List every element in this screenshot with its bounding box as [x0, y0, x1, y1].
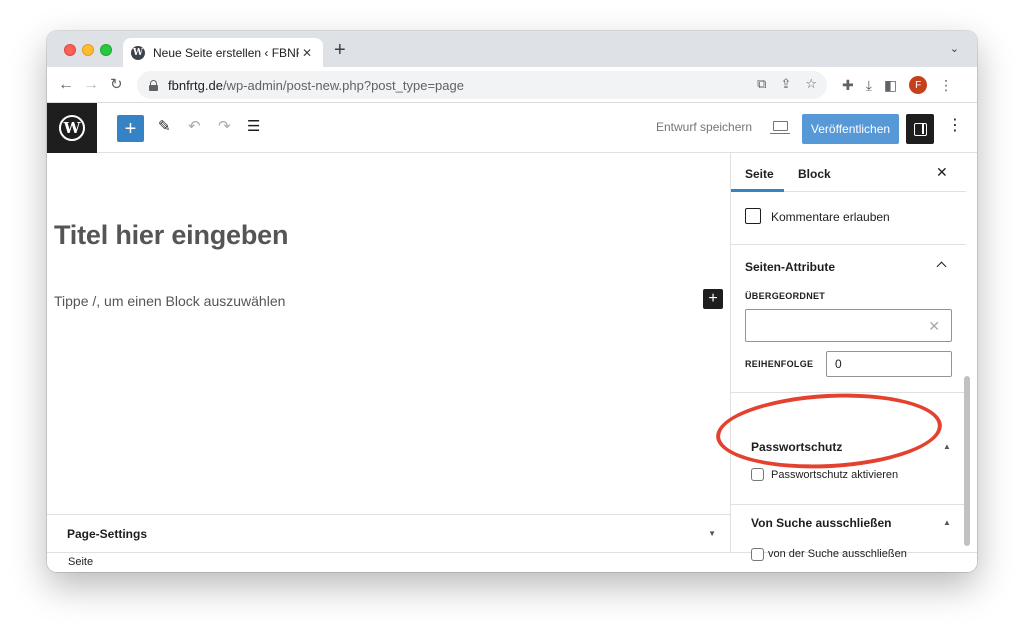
edit-tools-icon[interactable]: ✎	[158, 118, 171, 136]
wordpress-logo-button[interactable]: W	[47, 103, 97, 153]
password-protection-panel: Passwortschutz ▲ Passwortschutz aktivier…	[731, 393, 966, 505]
zoom-window-button[interactable]	[100, 44, 112, 56]
tab-title: Neue Seite erstellen ‹ FBNFRT	[153, 45, 299, 60]
breadcrumb[interactable]: Seite	[68, 556, 93, 568]
preview-icon[interactable]	[770, 121, 790, 134]
tab-search-icon[interactable]: ⌄	[950, 42, 959, 55]
share-icon[interactable]: ⧉	[757, 76, 766, 92]
password-protection-checkbox[interactable]	[751, 468, 764, 481]
sidebar-scrollbar[interactable]	[964, 376, 970, 546]
page-settings-metabox[interactable]: Page-Settings ▼	[47, 514, 730, 552]
parent-page-label: ÜBERGEORDNET	[745, 291, 826, 301]
editor-header: W + ✎ ↶ ↷ ☰ Entwurf speichern Veröffentl…	[47, 103, 977, 153]
browser-tab[interactable]: W Neue Seite erstellen ‹ FBNFRT ✕	[123, 38, 323, 67]
order-label: REIHENFOLGE	[745, 359, 814, 369]
exclude-search-label[interactable]: von der Suche ausschließen	[768, 548, 907, 560]
download-icon[interactable]: ⤓	[866, 77, 872, 94]
sidebar-tabs: Seite Block ✕	[731, 153, 966, 192]
post-title-input[interactable]: Titel hier eingeben	[54, 220, 288, 251]
page-attributes-title[interactable]: Seiten-Attribute	[745, 260, 835, 274]
install-icon[interactable]: ⇪	[780, 76, 791, 92]
url-path: /wp-admin/post-new.php?post_type=page	[222, 77, 464, 93]
exclude-search-checkbox[interactable]	[751, 548, 764, 561]
add-block-button[interactable]: +	[703, 289, 723, 309]
document-overview-icon[interactable]: ☰	[247, 118, 260, 136]
new-tab-button[interactable]: +	[334, 40, 346, 60]
wordpress-logo-icon: W	[59, 115, 85, 141]
tab-close-icon[interactable]: ✕	[299, 46, 315, 60]
page-attributes-panel: Seiten-Attribute ÜBERGEORDNET ✕ REIHENFO…	[731, 245, 966, 393]
sidepanel-icon[interactable]: ◧	[884, 77, 897, 94]
options-menu-icon[interactable]: ⋮	[947, 116, 963, 136]
browser-window: W Neue Seite erstellen ‹ FBNFRT ✕ + ⌄ ← …	[47, 31, 977, 572]
back-icon[interactable]: ←	[58, 76, 74, 94]
browser-toolbar: ← → ↻ fbnfrtg.de/wp-admin/post-new.php?p…	[47, 67, 977, 103]
settings-sidebar: Seite Block ✕ Kommentare erlauben Seiten…	[730, 153, 966, 561]
chevron-up-icon[interactable]	[936, 261, 947, 272]
editor-canvas: Titel hier eingeben Tippe /, um einen Bl…	[47, 153, 730, 514]
page-settings-title: Page-Settings	[67, 527, 148, 541]
triangle-up-icon[interactable]: ▲	[943, 442, 951, 451]
tab-block[interactable]: Block	[798, 167, 831, 181]
close-window-button[interactable]	[64, 44, 76, 56]
minimize-window-button[interactable]	[82, 44, 94, 56]
tab-strip: W Neue Seite erstellen ‹ FBNFRT ✕ + ⌄	[47, 31, 977, 67]
comments-checkbox[interactable]	[745, 208, 761, 224]
undo-icon[interactable]: ↶	[188, 118, 201, 136]
parent-page-combobox[interactable]: ✕	[745, 309, 952, 342]
sidebar-icon	[913, 122, 927, 136]
profile-avatar[interactable]: F	[909, 76, 928, 94]
redo-icon[interactable]: ↷	[218, 118, 231, 136]
caret-down-icon[interactable]: ▼	[708, 529, 716, 538]
close-sidebar-icon[interactable]: ✕	[936, 164, 948, 181]
url-host: fbnfrtg.de	[168, 77, 223, 93]
extensions-icon[interactable]: ✚	[842, 77, 854, 94]
clear-icon[interactable]: ✕	[928, 317, 940, 335]
block-placeholder[interactable]: Tippe /, um einen Block auszuwählen	[54, 293, 285, 309]
forward-icon[interactable]: →	[83, 76, 99, 94]
comments-panel: Kommentare erlauben	[731, 192, 966, 245]
exclude-search-title[interactable]: Von Suche ausschließen	[751, 516, 891, 530]
comments-label: Kommentare erlauben	[771, 210, 890, 224]
block-inserter-button[interactable]: +	[117, 115, 144, 142]
exclude-search-panel: Von Suche ausschließen ▲ von der Suche a…	[731, 505, 966, 561]
save-draft-button[interactable]: Entwurf speichern	[656, 120, 752, 134]
password-protection-label[interactable]: Passwortschutz aktivieren	[771, 469, 898, 481]
reload-icon[interactable]: ↻	[110, 76, 123, 94]
wordpress-favicon-icon: W	[131, 45, 145, 60]
password-protection-title[interactable]: Passwortschutz	[751, 440, 842, 454]
lock-icon[interactable]	[149, 79, 158, 91]
kebab-menu-icon[interactable]: ⋮	[939, 77, 953, 94]
settings-toggle-button[interactable]	[906, 114, 934, 144]
tab-page[interactable]: Seite	[745, 167, 774, 181]
publish-button[interactable]: Veröffentlichen	[802, 114, 899, 144]
address-bar[interactable]: fbnfrtg.de/wp-admin/post-new.php?post_ty…	[137, 71, 827, 99]
star-icon[interactable]: ☆	[805, 76, 817, 92]
triangle-up-icon[interactable]: ▲	[943, 518, 951, 527]
order-input[interactable]: 0	[826, 351, 952, 377]
